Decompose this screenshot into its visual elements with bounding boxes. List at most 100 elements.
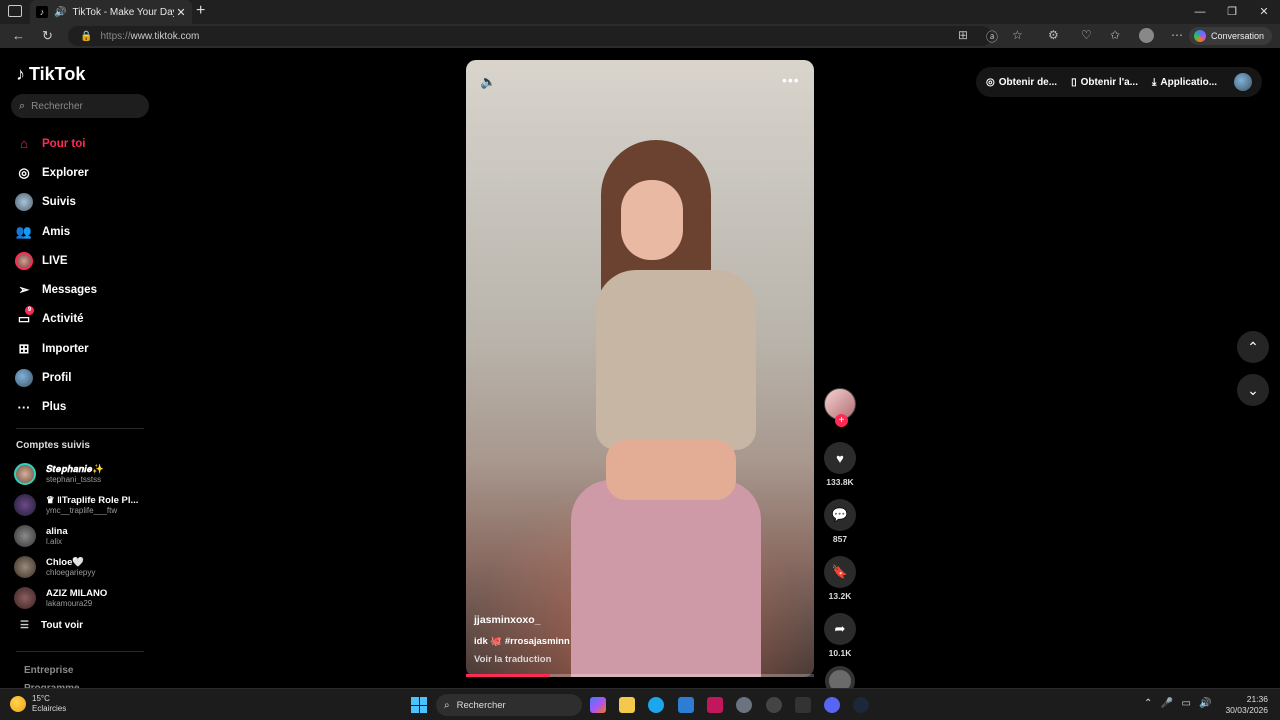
share-button[interactable]: ➦ <box>824 613 856 645</box>
volume-icon[interactable]: 🔈 <box>480 74 496 90</box>
get-app-label: Obtenir l'a... <box>1080 76 1138 88</box>
extensions-icon[interactable]: ⚙ <box>1048 28 1059 42</box>
following-name: 𝑺𝒕𝒆𝒑𝒉𝒂𝒏𝒊𝒆✨ <box>46 464 105 476</box>
follow-plus-icon[interactable]: + <box>835 414 848 427</box>
previous-video-button[interactable]: ⌃ <box>1237 331 1269 363</box>
download-label: Applicatio... <box>1160 76 1218 88</box>
app-icon[interactable] <box>766 697 782 713</box>
video-player[interactable] <box>466 60 814 677</box>
tab-title: TikTok - Make Your Day <box>72 6 174 18</box>
get-coins-link[interactable]: ◎ Obtenir de... <box>986 77 1057 88</box>
like-button[interactable]: ♥ <box>824 442 856 474</box>
address-toolbar: ← ↻ 🔒 https:// www.tiktok.com ⊞ ⓐ ☆ ⚙ ♡ … <box>0 24 1280 48</box>
creator-avatar[interactable]: + <box>824 388 856 427</box>
back-button[interactable]: ← <box>12 28 25 43</box>
taskbar-search[interactable]: ⌕ Rechercher <box>436 694 582 716</box>
video-username[interactable]: jjasminxoxo_ <box>474 614 541 626</box>
close-tab-icon[interactable]: ✕ <box>174 6 188 19</box>
compass-icon: ◎ <box>18 164 30 180</box>
comment-count: 857 <box>832 534 848 544</box>
sidebar-item-activite[interactable]: ▭ 9 Activité <box>14 305 150 334</box>
browser-profile-avatar[interactable] <box>1139 28 1154 43</box>
windows-taskbar: 15°C Eclaircies ⌕ Rechercher ⌃ 🎤 ▭ 🔊 21:3… <box>0 688 1280 720</box>
download-app-link[interactable]: ⤓ Applicatio... <box>1152 77 1217 88</box>
sidebar-item-pour-toi[interactable]: ⌂ Pour toi <box>14 129 150 158</box>
next-video-button[interactable]: ⌄ <box>1237 374 1269 406</box>
get-app-link[interactable]: ▯ Obtenir l'a... <box>1071 77 1138 88</box>
windows-start-icon[interactable] <box>411 697 427 713</box>
date: 30/03/2026 <box>1225 705 1268 715</box>
sidebar-item-explorer[interactable]: ◎ Explorer <box>14 158 150 187</box>
tiktok-logo[interactable]: ♪ TikTok <box>16 64 85 85</box>
copilot-app-icon[interactable] <box>590 697 606 713</box>
discord-icon[interactable] <box>824 697 840 713</box>
browser-essentials-icon[interactable]: ♡ <box>1081 28 1092 42</box>
search-input[interactable]: ⌕ Rechercher <box>11 94 149 118</box>
footer-link[interactable]: Entreprise <box>24 662 80 680</box>
live-icon <box>14 251 34 271</box>
window-controls: — ❐ ✕ <box>1184 0 1280 24</box>
following-username: chloegariepyy <box>46 567 96 577</box>
sidebar-item-label: Plus <box>42 401 67 414</box>
store-icon[interactable] <box>678 697 694 713</box>
sidebar-item-label: Messages <box>42 284 97 297</box>
weather-widget[interactable]: 15°C Eclaircies <box>10 694 66 714</box>
list-icon: ☰ <box>20 620 29 631</box>
app-icon[interactable] <box>795 697 811 713</box>
following-item[interactable]: alina l.alix <box>14 521 154 552</box>
user-avatar[interactable] <box>1234 73 1252 91</box>
adobe-icon[interactable] <box>707 697 723 713</box>
phone-icon: ▯ <box>1071 76 1077 88</box>
following-item[interactable]: ♛ ‖Traplife Role Pl... ymc__traplife___ft… <box>14 490 154 521</box>
more-options-icon[interactable]: ••• <box>782 72 800 88</box>
browser-tab[interactable]: ♪ 🔊 TikTok - Make Your Day ✕ <box>30 0 192 24</box>
video-description[interactable]: idk 🐙 #rrosajasminn <box>474 636 570 647</box>
new-tab-button[interactable]: + <box>196 2 205 20</box>
settings-gear-icon[interactable] <box>736 697 752 713</box>
clock[interactable]: 21:36 30/03/2026 <box>1224 694 1268 716</box>
sidebar-item-profil[interactable]: Profil <box>14 363 150 392</box>
refresh-button[interactable]: ↻ <box>42 28 53 44</box>
app-available-icon[interactable]: ⊞ <box>958 28 968 42</box>
sidebar-item-label: Profil <box>42 372 72 385</box>
comment-button[interactable]: 💬 <box>824 499 856 531</box>
steam-icon[interactable] <box>853 697 869 713</box>
following-item[interactable]: 𝑺𝒕𝒆𝒑𝒉𝒂𝒏𝒊𝒆✨ stephani_tsstss <box>14 459 154 490</box>
restore-button[interactable]: ❐ <box>1216 0 1248 24</box>
close-window-button[interactable]: ✕ <box>1248 0 1280 24</box>
see-all-button[interactable]: ☰ Tout voir <box>20 620 83 631</box>
see-translation-link[interactable]: Voir la traduction <box>474 654 551 665</box>
sidebar-item-label: Pour toi <box>42 137 86 150</box>
read-aloud-icon[interactable]: ⓐ <box>986 28 998 45</box>
following-name: ♛ ‖Traplife Role Pl... <box>46 495 139 507</box>
weather-text: Eclaircies <box>32 704 67 713</box>
speaker-icon[interactable]: 🔊 <box>54 7 66 18</box>
system-tray-icons[interactable]: ⌃ 🎤 ▭ 🔊 <box>1144 698 1212 709</box>
profile-avatar-icon <box>14 368 34 388</box>
edge-browser-icon[interactable] <box>648 697 664 713</box>
sidebar-item-importer[interactable]: ⊞ Importer <box>14 334 150 363</box>
settings-more-icon[interactable]: ⋯ <box>1171 28 1183 42</box>
url-host: www.tiktok.com <box>130 30 200 42</box>
sidebar-item-label: Explorer <box>42 166 89 179</box>
address-bar[interactable]: 🔒 https:// www.tiktok.com <box>68 26 992 46</box>
file-explorer-icon[interactable] <box>619 697 635 713</box>
sidebar-item-amis[interactable]: 👥 Amis <box>14 217 150 246</box>
following-name: alina <box>46 525 68 537</box>
sidebar-item-messages[interactable]: ➢ Messages <box>14 275 150 304</box>
favorites-icon[interactable]: ✩ <box>1110 28 1120 42</box>
following-username: l.alix <box>46 536 63 546</box>
sidebar-item-plus[interactable]: ··· Plus <box>14 393 150 422</box>
sidebar-item-suivis[interactable]: Suivis <box>14 188 150 217</box>
save-button[interactable]: 🔖 <box>824 556 856 588</box>
sidebar-item-live[interactable]: LIVE <box>14 246 150 275</box>
sidebar-item-label: Importer <box>42 342 89 355</box>
video-subject <box>546 140 766 677</box>
following-item[interactable]: AZIZ MILANO lakamoura29 <box>14 582 154 613</box>
following-item[interactable]: Chloe🤍 chloegariepyy <box>14 551 154 582</box>
minimize-button[interactable]: — <box>1184 0 1216 24</box>
tab-actions-icon[interactable] <box>8 5 22 17</box>
copilot-button[interactable]: Conversation <box>1188 27 1272 45</box>
video-progress-bar[interactable] <box>466 674 814 677</box>
favorite-star-icon[interactable]: ☆ <box>1012 28 1023 42</box>
